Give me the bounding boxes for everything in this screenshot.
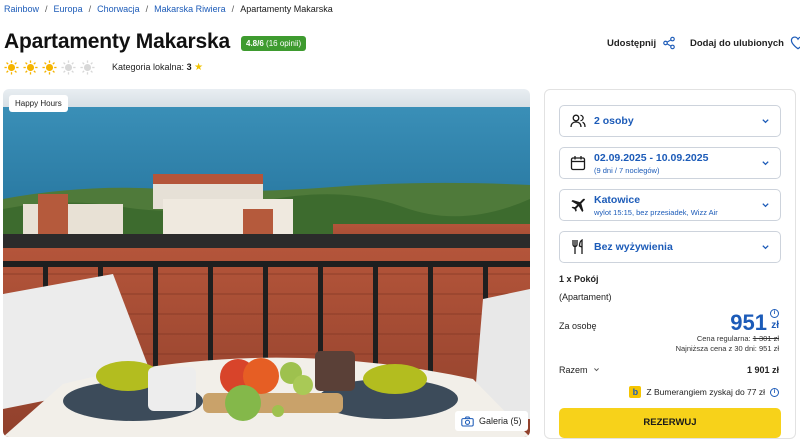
chevron-down-icon [762, 203, 769, 208]
regular-price-label: Cena regularna: [696, 334, 751, 343]
happy-hours-badge: Happy Hours [9, 95, 68, 112]
breadcrumb-separator: / [231, 4, 235, 14]
breadcrumb-link-europa[interactable]: Europa [54, 4, 83, 14]
sun-rating [4, 60, 95, 75]
regular-price-value: 1 301 zł [752, 334, 779, 343]
airplane-icon [571, 198, 585, 212]
gallery-label: Galeria (5) [479, 416, 522, 426]
info-icon[interactable]: i [770, 387, 779, 397]
departure-city: Katowice [594, 194, 641, 206]
departure-details: wylot 15:15, bez przesiadek, Wizz Air [594, 208, 718, 217]
breadcrumb-separator: / [45, 4, 48, 14]
sun-icon-filled [4, 60, 19, 75]
board-value: Bez wyżywienia [594, 241, 673, 253]
bumerang-text: Z Bumerangiem zyskaj do 77 zł [646, 387, 765, 397]
reserve-button[interactable]: REZERWUJ [559, 408, 781, 438]
bumerang-logo-icon: b [629, 386, 642, 398]
gallery-button[interactable]: Galeria (5) [455, 411, 528, 431]
breadcrumb-separator: / [88, 4, 92, 14]
total-toggle[interactable]: Razem [559, 365, 600, 375]
price-currency: zł [771, 320, 779, 331]
price-per-person: 951 [730, 310, 767, 335]
lowest-price-30-days: Najniższa cena z 30 dni: 951 zł [675, 344, 779, 353]
breadcrumb-link-rainbow[interactable]: Rainbow [4, 4, 39, 14]
favorite-button[interactable]: Dodaj do ulubionych [690, 36, 800, 50]
local-category-label: Kategoria lokalna: [112, 62, 185, 72]
share-icon [663, 36, 675, 50]
page-title: Apartamenty Makarska [4, 30, 230, 53]
star-icon: ★ [194, 62, 204, 73]
regular-price: Cena regularna: 1 301 zł [697, 334, 779, 343]
bumerang-info: b Z Bumerangiem zyskaj do 77 zł i [629, 386, 779, 398]
departure-select[interactable]: Katowice wylot 15:15, bez przesiadek, Wi… [559, 189, 781, 221]
sun-icon-filled [42, 60, 57, 75]
breadcrumb-separator: / [145, 4, 149, 14]
total-label: Razem [559, 365, 588, 375]
persons-select[interactable]: 2 osoby [559, 105, 781, 137]
booking-panel: 2 osoby 02.09.2025 - 10.09.2025 (9 dni /… [544, 89, 796, 439]
dates-duration: (9 dni / 7 noclegów) [594, 166, 660, 175]
dates-select[interactable]: 02.09.2025 - 10.09.2025 (9 dni / 7 nocle… [559, 147, 781, 179]
rating-count: (16 opinii) [266, 39, 302, 48]
per-person-label: Za osobę [559, 321, 597, 331]
rating-score: 4.8/6 [246, 39, 264, 48]
room-count: 1 x Pokój [559, 274, 599, 284]
chevron-down-icon [762, 161, 769, 166]
sun-icon-empty [80, 60, 95, 75]
hotel-photo[interactable] [3, 89, 530, 437]
favorite-label: Dodaj do ulubionych [690, 37, 784, 49]
cutlery-icon [572, 239, 583, 254]
chevron-down-icon [594, 368, 599, 372]
breadcrumb: Rainbow / Europa / Chorwacja / Makarska … [4, 4, 333, 14]
camera-icon [461, 416, 474, 426]
persons-icon [570, 114, 586, 128]
breadcrumb-link-makarska-riwiera[interactable]: Makarska Riwiera [154, 4, 226, 14]
calendar-icon [570, 156, 586, 171]
heart-icon [790, 36, 800, 50]
share-button[interactable]: Udostępnij [607, 36, 676, 50]
share-label: Udostępnij [607, 37, 657, 49]
room-type: (Apartament) [559, 292, 612, 302]
persons-value: 2 osoby [594, 115, 634, 127]
rating-badge[interactable]: 4.8/6 (16 opinii) [241, 36, 307, 51]
total-price: 1 901 zł [746, 365, 779, 375]
chevron-down-icon [762, 245, 769, 250]
breadcrumb-current: Apartamenty Makarska [240, 4, 333, 14]
sun-icon-filled [23, 60, 38, 75]
dates-value: 02.09.2025 - 10.09.2025 [594, 152, 709, 164]
breadcrumb-link-chorwacja[interactable]: Chorwacja [97, 4, 140, 14]
local-category-value: 3 [186, 62, 192, 72]
chevron-down-icon [762, 119, 769, 124]
board-select[interactable]: Bez wyżywienia [559, 231, 781, 263]
hotel-photo-image [3, 89, 530, 437]
sun-icon-empty [61, 60, 76, 75]
info-icon[interactable]: i [770, 309, 779, 318]
local-category: Kategoria lokalna: 3 ★ [112, 62, 203, 73]
